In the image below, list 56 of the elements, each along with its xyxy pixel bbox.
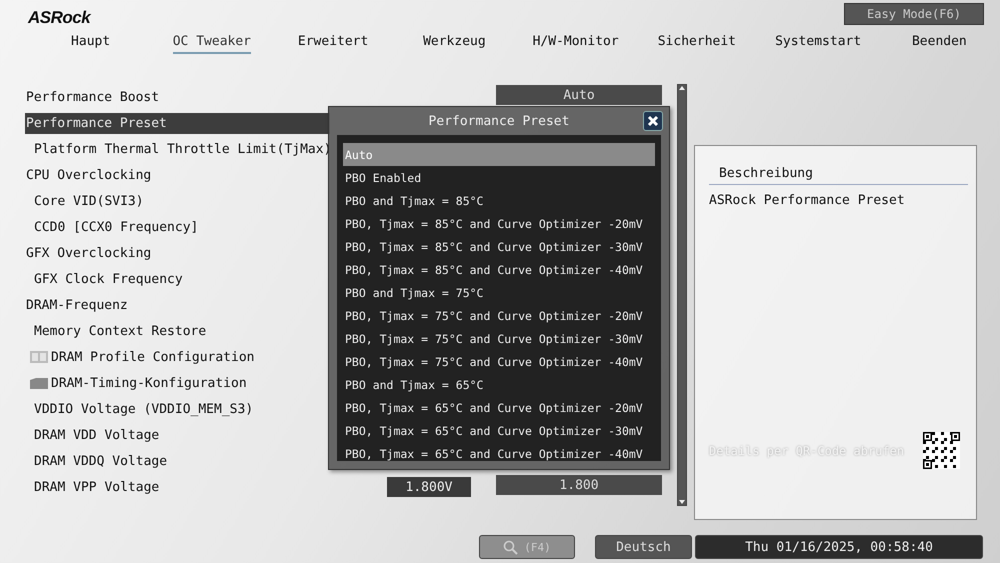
menu-tab[interactable]: Systemstart: [758, 32, 879, 57]
scrollbar[interactable]: [677, 84, 687, 506]
setting-item[interactable]: GFX Overclocking: [25, 242, 152, 264]
brand-logo: ASRock: [28, 8, 90, 28]
preset-option[interactable]: PBO Enabled: [343, 166, 655, 189]
setting-item[interactable]: Memory Context Restore: [33, 320, 206, 342]
preset-option[interactable]: PBO, Tjmax = 65°C and Curve Optimizer -20mV: [343, 396, 655, 419]
search-icon: [503, 540, 518, 554]
preset-option[interactable]: PBO, Tjmax = 65°C and Curve Optimizer -40mV: [343, 442, 655, 465]
preset-option[interactable]: PBO, Tjmax = 75°C and Curve Optimizer -30mV: [343, 327, 655, 350]
setting-item[interactable]: DRAM VDD Voltage: [33, 424, 160, 446]
setting-item[interactable]: DRAM-Timing-Konfiguration: [29, 372, 247, 394]
description-text: ASRock Performance Preset: [709, 193, 906, 208]
setting-item[interactable]: DRAM VPP Voltage: [33, 476, 160, 498]
menu-tab[interactable]: Werkzeug: [394, 32, 515, 57]
setting-item[interactable]: Core VID(SVI3): [33, 190, 144, 212]
preset-option[interactable]: PBO and Tjmax = 65°C: [343, 373, 655, 396]
preset-option[interactable]: PBO and Tjmax = 85°C: [343, 189, 655, 212]
value-field[interactable]: Auto: [496, 85, 662, 105]
setting-item[interactable]: Platform Thermal Throttle Limit(TjMax): [33, 138, 332, 160]
value-reading: 1.800V: [387, 477, 471, 497]
easy-mode-button[interactable]: Easy Mode(F6): [844, 3, 984, 25]
preset-option[interactable]: PBO, Tjmax = 75°C and Curve Optimizer -40mV: [343, 350, 655, 373]
preset-option[interactable]: PBO and Tjmax = 75°C: [343, 281, 655, 304]
scroll-down-icon[interactable]: [679, 499, 685, 505]
menu-tab[interactable]: Beenden: [878, 32, 1000, 57]
memory-module-icon: [30, 351, 48, 363]
menu-tab[interactable]: OC Tweaker: [151, 32, 272, 57]
setting-item[interactable]: DRAM VDDQ Voltage: [33, 450, 168, 472]
menu-tab[interactable]: Sicherheit: [636, 32, 758, 57]
setting-item[interactable]: DRAM-Frequenz: [25, 294, 128, 316]
preset-option[interactable]: PBO, Tjmax = 85°C and Curve Optimizer -40mV: [343, 258, 655, 281]
setting-item[interactable]: Performance Preset: [25, 112, 330, 134]
description-heading: Beschreibung: [709, 166, 968, 185]
setting-item[interactable]: VDDIO Voltage (VDDIO_MEM_S3): [33, 398, 254, 420]
value-field[interactable]: 1.800: [496, 475, 662, 495]
folder-icon: [30, 377, 48, 389]
menu-tab[interactable]: Haupt: [30, 32, 152, 57]
menu-tab[interactable]: Erweitert: [272, 32, 394, 57]
scroll-up-icon[interactable]: [679, 85, 685, 91]
close-button[interactable]: [643, 111, 663, 131]
preset-option[interactable]: PBO, Tjmax = 75°C and Curve Optimizer -20mV: [343, 304, 655, 327]
setting-item[interactable]: CCD0 [CCX0 Frequency]: [33, 216, 198, 238]
setting-item[interactable]: GFX Clock Frequency: [33, 268, 183, 290]
language-button[interactable]: Deutsch: [595, 535, 692, 559]
dialog-title: Performance Preset: [428, 114, 570, 128]
menu-tab[interactable]: H/W-Monitor: [515, 32, 636, 57]
preset-option[interactable]: PBO, Tjmax = 85°C and Curve Optimizer -30mV: [343, 235, 655, 258]
preset-option[interactable]: PBO, Tjmax = 85°C and Curve Optimizer -20mV: [343, 212, 655, 235]
close-icon: [647, 115, 659, 127]
preset-option[interactable]: PBO, Tjmax = 65°C and Curve Optimizer -30mV: [343, 419, 655, 442]
setting-item[interactable]: CPU Overclocking: [25, 164, 152, 186]
setting-item[interactable]: DRAM Profile Configuration: [29, 346, 254, 368]
qr-code-icon: [923, 432, 960, 469]
date-time: Thu 01/16/2025, 00:58:40: [695, 535, 983, 559]
setting-item[interactable]: Performance Boost: [25, 86, 160, 108]
